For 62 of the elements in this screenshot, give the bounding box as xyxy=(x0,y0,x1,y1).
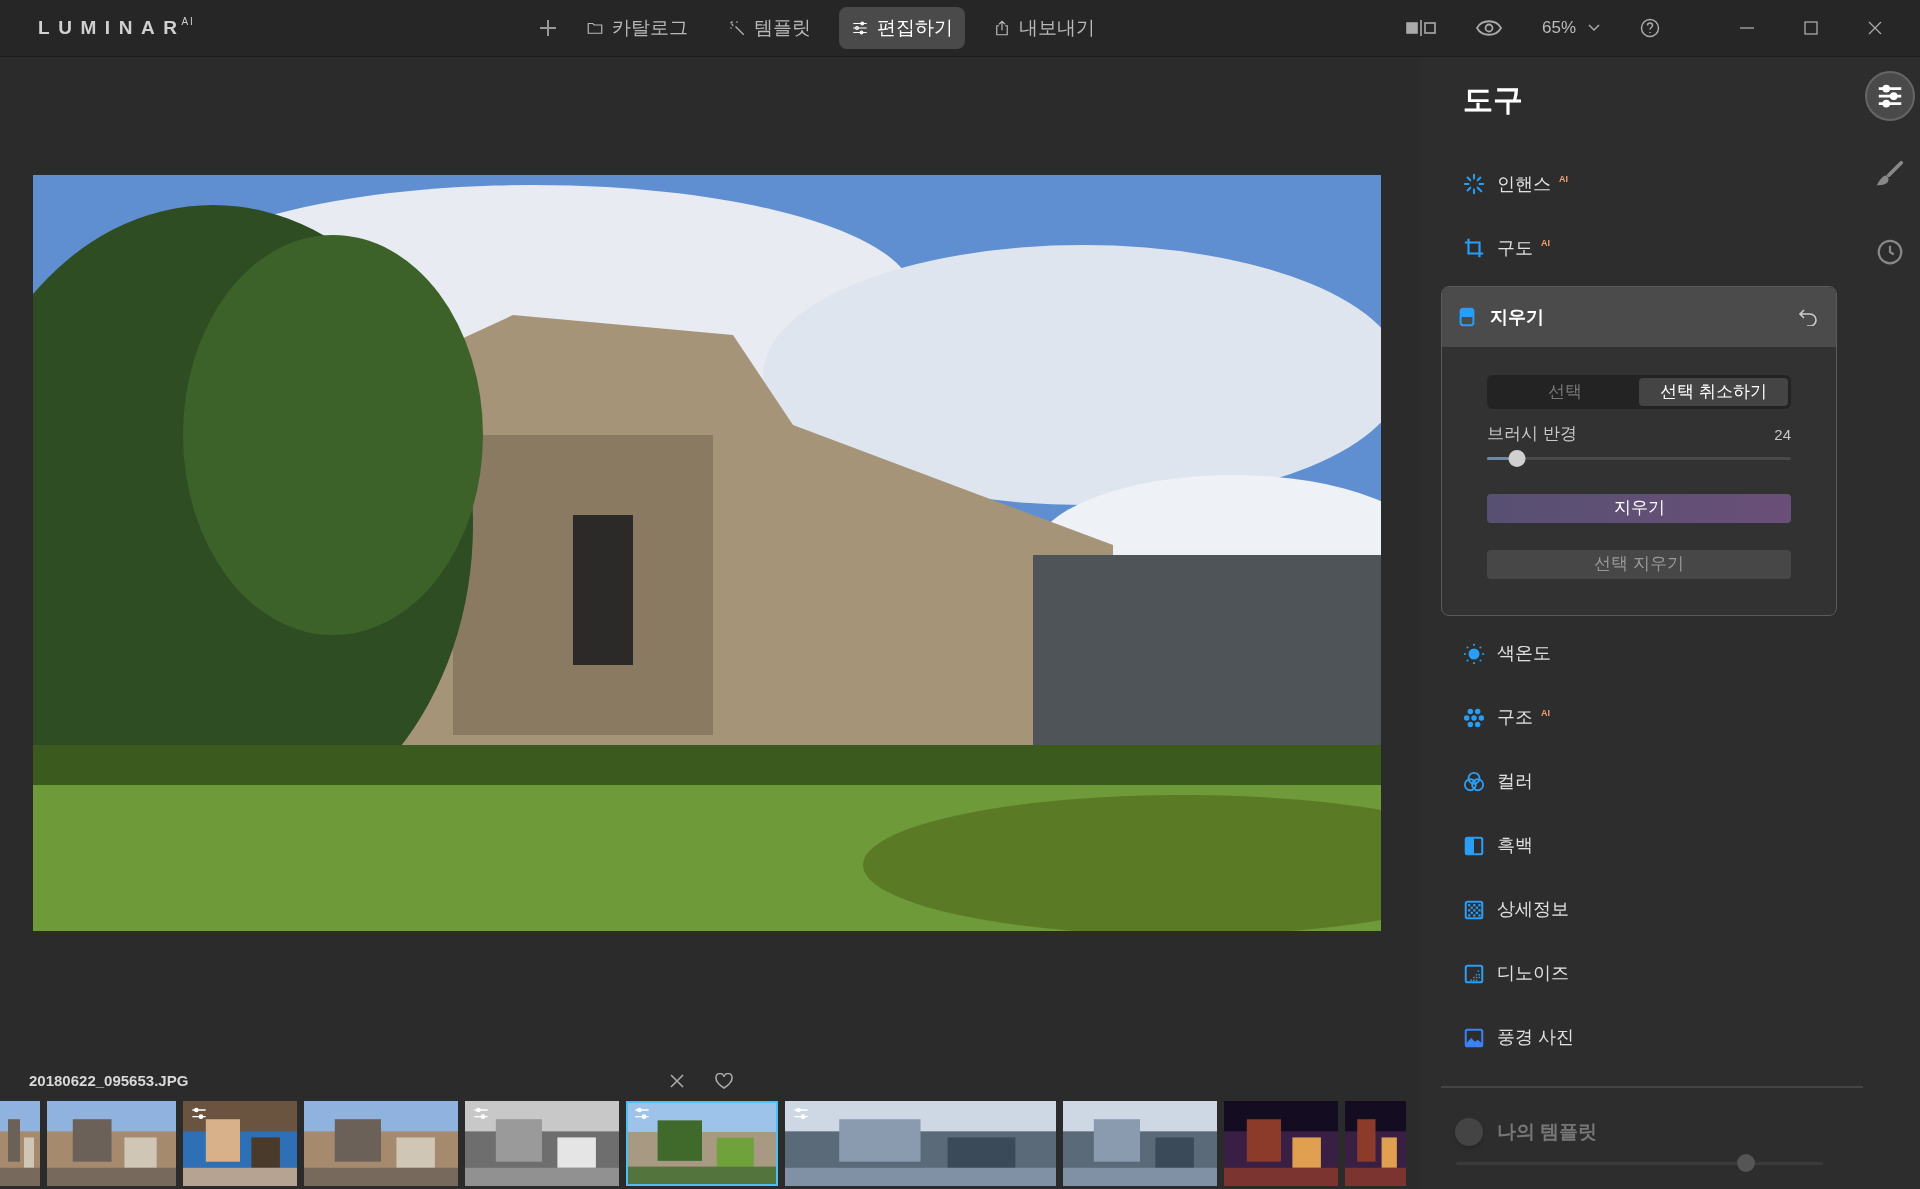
crop-icon xyxy=(1463,237,1485,259)
zoom-dropdown[interactable]: 65% xyxy=(1541,15,1600,41)
tool-item[interactable]: 색온도 xyxy=(1441,621,1860,686)
file-name: 20180622_095653.JPG xyxy=(29,1070,190,1091)
checker-icon xyxy=(1463,898,1485,921)
mode-tab[interactable]: 선택 취소하기 xyxy=(1639,378,1788,406)
ai-label: AI xyxy=(1541,237,1550,251)
maximize-icon[interactable] xyxy=(1804,21,1818,35)
slider-thumb[interactable] xyxy=(1508,449,1526,467)
help-icon[interactable] xyxy=(1640,18,1660,38)
add-icon[interactable] xyxy=(538,18,558,38)
tool-label: 색온도 xyxy=(1497,642,1551,665)
image-icon xyxy=(1463,1026,1485,1049)
close-icon[interactable] xyxy=(1868,21,1882,35)
close-icon[interactable] xyxy=(669,1073,685,1089)
color-circles-icon xyxy=(1463,770,1485,793)
tool-label: 풍경 사진 xyxy=(1497,1026,1574,1049)
panel-title: 도구 xyxy=(1463,82,1524,118)
tool-item[interactable]: 인핸스 AI xyxy=(1441,152,1860,216)
sliders-icon xyxy=(851,19,869,37)
nav-tab[interactable]: 카탈로그 xyxy=(574,7,700,49)
tool-label: 구조 xyxy=(1497,706,1533,729)
template-slider-thumb[interactable] xyxy=(1736,1154,1755,1172)
wand-icon xyxy=(728,19,746,37)
tool-label: 컬러 xyxy=(1497,770,1533,793)
tool-item[interactable]: 풍경 사진 xyxy=(1441,1005,1860,1070)
rail-button[interactable] xyxy=(1865,71,1915,121)
ai-label: AI xyxy=(1541,706,1550,720)
heart-icon[interactable] xyxy=(715,1073,733,1089)
share-icon xyxy=(993,19,1011,37)
chevron-down-icon xyxy=(1588,24,1600,32)
clock-icon xyxy=(1875,237,1905,267)
dots-icon xyxy=(1463,706,1485,729)
erase-button[interactable]: 지우기 xyxy=(1487,493,1791,523)
undo-icon[interactable] xyxy=(1798,308,1818,326)
nav-tab[interactable]: 내보내기 xyxy=(981,7,1107,49)
tool-item[interactable]: 컬러 xyxy=(1441,749,1860,814)
tool-label: 디노이즈 xyxy=(1497,962,1569,985)
eye-icon[interactable] xyxy=(1475,19,1502,37)
slider-value: 24 xyxy=(1774,425,1791,445)
tool-item[interactable]: 상세정보 xyxy=(1441,877,1860,942)
tool-label: 상세정보 xyxy=(1497,898,1569,921)
compare-icon[interactable] xyxy=(1405,20,1436,36)
tool-item[interactable]: 디노이즈 xyxy=(1441,941,1860,1006)
noise-icon xyxy=(1463,962,1485,985)
tool-label: 인핸스 xyxy=(1497,172,1551,196)
logo-superscript: AI xyxy=(181,14,195,29)
nav-tab[interactable]: 템플릿 xyxy=(716,7,823,49)
tool-label: 구도 xyxy=(1497,236,1533,260)
tool-item[interactable]: 구조 AI xyxy=(1441,685,1860,750)
tool-item[interactable]: 흑백 xyxy=(1441,813,1860,878)
ai-label: AI xyxy=(1559,173,1568,187)
sun-icon xyxy=(1463,642,1485,665)
tool-item[interactable]: 구도 AI xyxy=(1441,216,1860,280)
nav-tab[interactable]: 편집하기 xyxy=(839,7,965,49)
half-square-icon xyxy=(1463,834,1485,857)
sparkle-icon xyxy=(1463,173,1485,195)
tool-label: 흑백 xyxy=(1497,834,1533,857)
mode-tab[interactable]: 선택 xyxy=(1490,378,1639,406)
templates-label: 나의 템플릿 xyxy=(1497,1119,1598,1144)
tool-label: 지우기 xyxy=(1490,305,1544,329)
slider-label: 브러시 반경 xyxy=(1487,423,1577,445)
